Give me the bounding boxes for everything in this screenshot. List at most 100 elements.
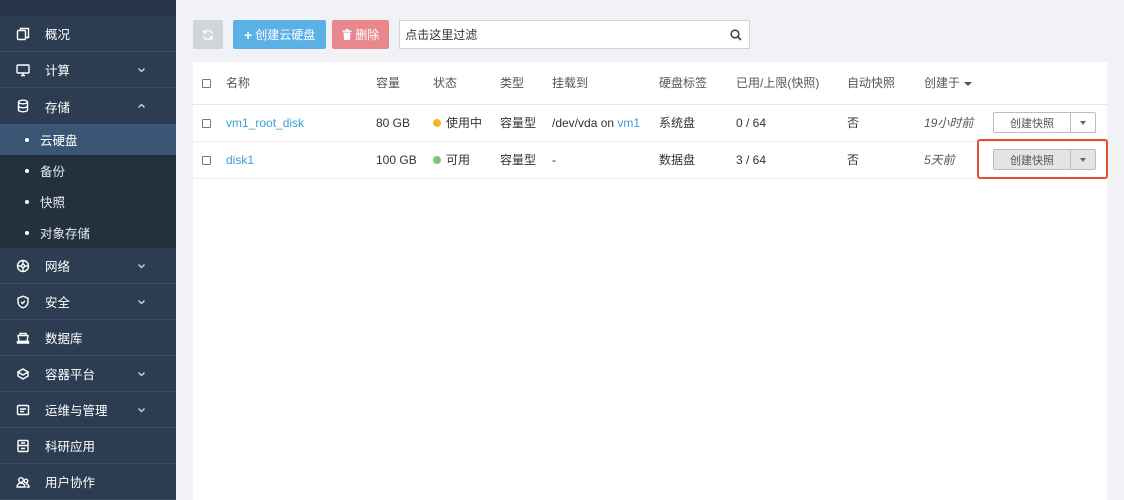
table-row[interactable]: disk1 100 GB 可用 容量型 - 数据盘 3 / 64 否 5天前 创… <box>193 141 1107 179</box>
sidebar-top-strip <box>0 0 176 16</box>
column-header-created[interactable]: 创建于 <box>924 62 993 105</box>
chevron-down-icon <box>137 369 146 378</box>
snapshot-usage: 3 / 64 <box>736 141 847 179</box>
sidebar-item-compute[interactable]: 计算 <box>0 52 176 88</box>
chevron-down-icon <box>137 65 146 74</box>
sidebar-item-label: 运维与管理 <box>45 404 108 418</box>
overview-icon <box>16 27 30 41</box>
disk-tag: 系统盘 <box>659 104 736 142</box>
sidebar-item-label: 网络 <box>45 260 71 274</box>
search-icon[interactable] <box>730 29 742 41</box>
status-dot-icon <box>433 118 441 127</box>
database-icon <box>16 331 30 345</box>
network-icon <box>16 259 30 273</box>
disk-name-link[interactable]: disk1 <box>226 153 254 167</box>
create-disk-button[interactable]: + 创建云硬盘 <box>233 20 327 49</box>
sidebar-item-label: 安全 <box>45 296 71 310</box>
column-header-used[interactable]: 已用/上限(快照) <box>736 62 847 105</box>
chevron-down-icon <box>137 261 146 270</box>
column-header-created-label: 创建于 <box>924 76 961 91</box>
sidebar-item-label: 存储 <box>45 100 71 115</box>
snapshot-usage: 0 / 64 <box>736 104 847 142</box>
mount-instance-link[interactable]: vm1 <box>617 116 640 130</box>
table-row[interactable]: vm1_root_disk 80 GB 使用中 容量型 /dev/vda on … <box>193 104 1107 142</box>
sidebar-subitem-cloud-disk[interactable]: 云硬盘 <box>0 124 176 155</box>
caret-down-icon <box>1080 120 1086 125</box>
research-icon <box>16 439 30 453</box>
column-header-actions <box>993 62 1107 105</box>
sidebar-item-database[interactable]: 数据库 <box>0 320 176 356</box>
chevron-down-icon <box>137 405 146 414</box>
row-checkbox[interactable] <box>202 155 211 165</box>
disk-name-link[interactable]: vm1_root_disk <box>226 116 304 130</box>
column-header-auto-snapshot[interactable]: 自动快照 <box>847 62 924 105</box>
sidebar-subitem-snapshot[interactable]: 快照 <box>0 186 176 217</box>
sidebar-item-label: 计算 <box>45 64 71 78</box>
sidebar-item-storage[interactable]: 存储 <box>0 88 176 124</box>
create-disk-label: 创建云硬盘 <box>255 28 316 42</box>
sidebar-item-research[interactable]: 科研应用 <box>0 428 176 464</box>
storage-submenu: 云硬盘 备份 快照 对象存储 <box>0 124 176 248</box>
sidebar-item-users[interactable]: 用户协作 <box>0 464 176 500</box>
sidebar-item-label: 科研应用 <box>45 440 96 454</box>
column-header-type[interactable]: 类型 <box>500 62 552 105</box>
auto-snapshot: 否 <box>847 104 924 142</box>
sidebar-item-network[interactable]: 网络 <box>0 248 176 284</box>
sidebar-item-overview[interactable]: 概况 <box>0 16 176 52</box>
disk-tag: 数据盘 <box>659 141 736 179</box>
sidebar-item-ops[interactable]: 运维与管理 <box>0 392 176 428</box>
toolbar: + 创建云硬盘 删除 <box>193 20 751 49</box>
snapshot-split-button: 创建快照 <box>993 112 1096 133</box>
status-dot-icon <box>433 155 441 164</box>
sidebar-item-container[interactable]: 容器平台 <box>0 356 176 392</box>
chevron-up-icon <box>137 102 146 111</box>
sidebar-item-label: 数据库 <box>45 332 83 346</box>
mount-path: - <box>552 152 556 167</box>
actions-dropdown-toggle[interactable] <box>1071 113 1095 132</box>
storage-icon <box>16 99 30 113</box>
bullet-icon <box>25 199 29 204</box>
disk-capacity: 100 GB <box>376 141 433 179</box>
column-header-mount[interactable]: 挂载到 <box>552 62 659 105</box>
chevron-down-icon <box>137 297 146 306</box>
created-time: 19小时前 <box>924 104 993 142</box>
sort-desc-icon <box>964 82 973 87</box>
sidebar-subitem-label: 快照 <box>40 196 66 210</box>
refresh-button[interactable] <box>193 20 223 49</box>
users-icon <box>16 475 30 489</box>
row-checkbox[interactable] <box>202 118 211 128</box>
filter-input[interactable] <box>405 27 706 42</box>
disk-table: 名称 容量 状态 类型 挂载到 硬盘标签 已用/上限(快照) 自动快照 创建于 … <box>193 62 1107 179</box>
refresh-icon <box>202 29 214 41</box>
sidebar-subitem-label: 云硬盘 <box>40 134 78 148</box>
column-header-name[interactable]: 名称 <box>226 62 376 105</box>
sidebar-subitem-backup[interactable]: 备份 <box>0 155 176 186</box>
column-header-tag[interactable]: 硬盘标签 <box>659 62 736 105</box>
bullet-icon <box>25 230 29 235</box>
column-header-status[interactable]: 状态 <box>433 62 500 105</box>
disk-status: 使用中 <box>446 116 483 130</box>
monitor-icon <box>16 63 30 77</box>
ops-icon <box>16 403 30 417</box>
delete-label: 删除 <box>355 28 380 42</box>
trash-icon <box>342 29 355 40</box>
sidebar-subitem-label: 对象存储 <box>40 227 91 241</box>
created-time: 5天前 <box>924 141 993 179</box>
disk-table-panel: 名称 容量 状态 类型 挂载到 硬盘标签 已用/上限(快照) 自动快照 创建于 … <box>193 62 1107 500</box>
sidebar-item-label: 容器平台 <box>45 368 96 382</box>
table-header-row: 名称 容量 状态 类型 挂载到 硬盘标签 已用/上限(快照) 自动快照 创建于 <box>193 62 1107 105</box>
sidebar-item-label: 概况 <box>45 28 71 42</box>
create-snapshot-button[interactable]: 创建快照 <box>994 150 1071 169</box>
actions-dropdown-toggle[interactable] <box>1071 150 1095 169</box>
sidebar-subitem-object-storage[interactable]: 对象存储 <box>0 217 176 248</box>
sidebar-item-security[interactable]: 安全 <box>0 284 176 320</box>
column-header-capacity[interactable]: 容量 <box>376 62 433 105</box>
disk-type: 容量型 <box>500 141 552 179</box>
disk-type: 容量型 <box>500 104 552 142</box>
bullet-icon <box>25 168 29 173</box>
select-all-checkbox[interactable] <box>202 79 211 89</box>
delete-button[interactable]: 删除 <box>332 20 390 49</box>
mount-path: /dev/vda on <box>552 115 618 130</box>
create-snapshot-button[interactable]: 创建快照 <box>994 113 1071 132</box>
sidebar: 概况 计算 存储 云硬盘 备份 快照 对象存储 网络 安全 数据库 容器平台 运… <box>0 0 176 500</box>
